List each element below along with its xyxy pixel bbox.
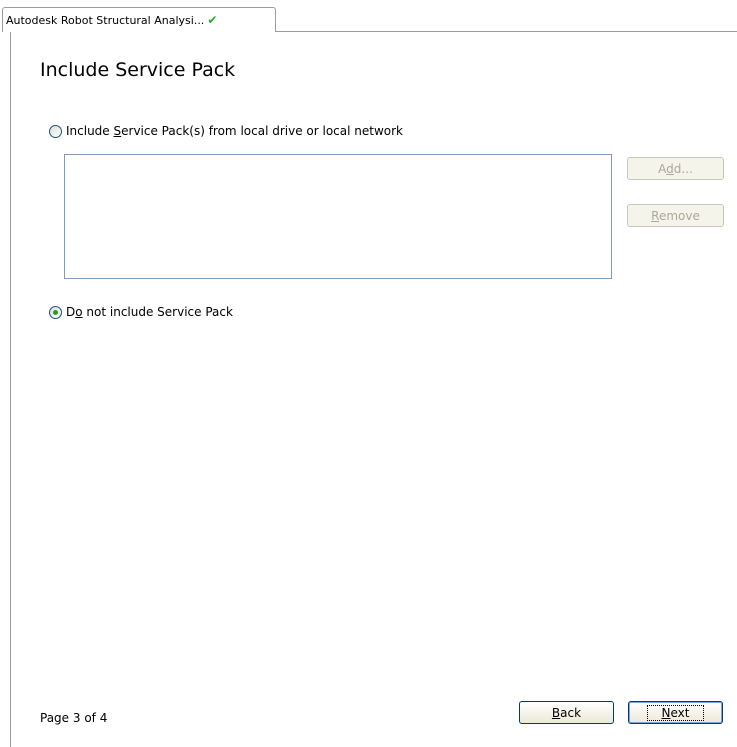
tab-label: Autodesk Robot Structural Analysi...: [6, 14, 205, 27]
page-indicator: Page 3 of 4: [40, 711, 108, 725]
page-title: Include Service Pack: [40, 59, 236, 81]
do-not-include-label: Do not include Service Pack: [66, 305, 233, 319]
tab-autodesk-robot[interactable]: Autodesk Robot Structural Analysi... ✔: [2, 7, 276, 32]
add-button[interactable]: Add...: [627, 157, 724, 180]
include-local-radio[interactable]: [49, 124, 62, 138]
include-local-label: Include Service Pack(s) from local drive…: [66, 124, 403, 138]
checkmark-icon: ✔: [207, 13, 218, 27]
back-button[interactable]: Back: [519, 701, 614, 724]
next-focus-rect: Next: [646, 704, 705, 721]
service-pack-list[interactable]: [64, 154, 612, 279]
panel-border: [10, 31, 11, 747]
do-not-include-radio[interactable]: [49, 305, 62, 319]
remove-button[interactable]: Remove: [627, 204, 724, 227]
include-local-service-pack-option[interactable]: Include Service Pack(s) from local drive…: [49, 124, 403, 138]
tab-strip-divider: [275, 31, 737, 32]
do-not-include-service-pack-option[interactable]: Do not include Service Pack: [49, 305, 233, 319]
next-button[interactable]: Next: [628, 701, 723, 724]
